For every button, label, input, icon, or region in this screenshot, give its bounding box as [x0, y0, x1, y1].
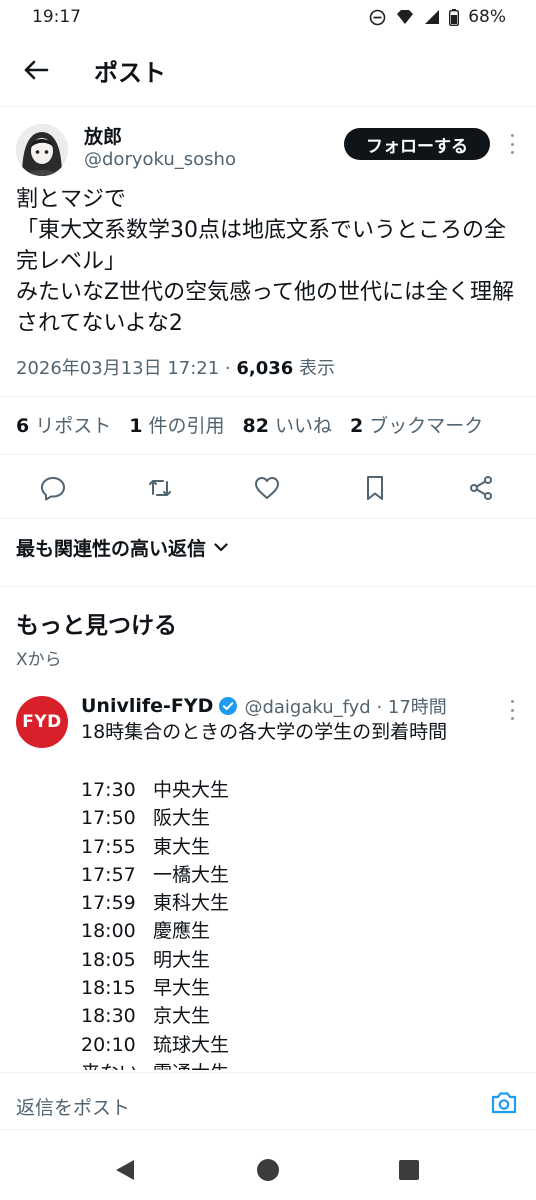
- header-divider: [0, 106, 536, 107]
- filter-divider: [0, 586, 536, 587]
- signal-icon: [424, 9, 440, 25]
- battery-percent: 68%: [468, 7, 506, 27]
- stat-bookmarks[interactable]: 2 ブックマーク: [350, 411, 483, 438]
- back-button[interactable]: [14, 48, 58, 92]
- more-options-icon[interactable]: [504, 132, 520, 156]
- list-item: 17:57 一橋大生: [81, 863, 230, 886]
- author-handle[interactable]: @doryoku_sosho: [84, 149, 236, 170]
- system-navigation-bar: [0, 1140, 536, 1200]
- meta-divider: [0, 396, 536, 397]
- list-item: 20:10 琉球大生: [81, 1033, 230, 1056]
- card-text: 18時集合のときの各大学の学生の到着時間: [81, 721, 448, 743]
- status-bar: 19:17 68%: [0, 0, 536, 34]
- arrival-list: 17:30 中央大生 17:50 阪大生 17:55 東大生 17:57 一橋大生 17…: [81, 776, 229, 1070]
- post-meta: 2026年03月13日 17:21 · 6,036 表示: [16, 354, 335, 380]
- do-not-disturb-icon: [369, 9, 386, 26]
- reply-icon[interactable]: [39, 474, 67, 502]
- app-header: ポスト: [0, 44, 536, 96]
- network-icon: [395, 9, 415, 25]
- nav-back-icon[interactable]: [114, 1158, 136, 1186]
- nav-recents-icon[interactable]: [399, 1160, 419, 1184]
- post-text: 割とマジで 「東大文系数学30点は地底文系でいうところの全完レベル」 みたいなZ…: [16, 187, 514, 336]
- reply-composer[interactable]: 返信をポスト: [0, 1072, 536, 1130]
- list-item: 18:15 早大生: [81, 977, 211, 1000]
- fyd-avatar[interactable]: FYD: [16, 696, 68, 748]
- nav-home-icon[interactable]: [256, 1158, 280, 1186]
- card-more-options-icon[interactable]: [504, 698, 520, 722]
- list-item: 17:50 阪大生: [81, 807, 211, 830]
- follow-button[interactable]: フォローする: [344, 128, 490, 160]
- card-author-handle[interactable]: @daigaku_fyd · 17時間: [244, 693, 446, 719]
- discover-title: もっと見つける: [16, 613, 177, 639]
- post-author: 放郎 @doryoku_sosho フォローする: [16, 122, 520, 178]
- page-title: ポスト: [94, 58, 166, 87]
- camera-icon[interactable]: [490, 1091, 518, 1115]
- chevron-down-icon: [214, 543, 228, 552]
- list-item: 17:30 中央大生: [81, 779, 230, 801]
- list-item: 来ない電通大生: [81, 1059, 229, 1070]
- author-avatar[interactable]: [16, 124, 68, 176]
- reply-input[interactable]: 返信をポスト: [16, 1093, 130, 1120]
- actions-divider: [0, 518, 536, 519]
- share-icon[interactable]: [467, 474, 495, 502]
- card-author-name[interactable]: Univlife-FYD: [81, 695, 213, 717]
- discover-subtitle: Xから: [16, 650, 62, 670]
- author-name[interactable]: 放郎: [84, 122, 122, 149]
- recommended-post[interactable]: FYD Univlife-FYD @daigaku_fyd · 17時間 18時…: [0, 690, 536, 1070]
- list-item: 18:00 慶應生: [81, 920, 211, 943]
- like-icon[interactable]: [253, 474, 281, 502]
- post-stats: 6 リポスト 1 件の引用 82 いいね 2 ブックマーク: [16, 411, 526, 438]
- views-label: 表示: [293, 358, 336, 379]
- list-item: 18:05 明大生: [81, 948, 211, 971]
- list-item: 18:30 京大生: [81, 1005, 211, 1028]
- post-actions: [0, 468, 536, 508]
- bookmark-icon[interactable]: [361, 474, 389, 502]
- stat-reposts[interactable]: 6 リポスト: [16, 411, 111, 438]
- replies-sort-label: 最も関連性の高い返信: [16, 538, 207, 560]
- list-item: 17:55 東大生: [81, 835, 211, 858]
- stat-quotes[interactable]: 1 件の引用: [129, 411, 224, 438]
- verified-badge-icon: [218, 696, 238, 716]
- back-arrow-icon: [24, 60, 49, 80]
- replies-sort-dropdown[interactable]: 最も関連性の高い返信: [16, 534, 228, 561]
- views-count: 6,036: [236, 358, 294, 379]
- status-time: 19:17: [32, 7, 81, 27]
- stat-likes[interactable]: 82 いいね: [243, 411, 332, 438]
- repost-icon[interactable]: [146, 474, 174, 502]
- post-timestamp[interactable]: 2026年03月13日 17:21 ·: [16, 358, 236, 379]
- stats-divider: [0, 454, 536, 455]
- battery-icon: [449, 8, 460, 26]
- list-item: 17:59 東科大生: [81, 892, 230, 915]
